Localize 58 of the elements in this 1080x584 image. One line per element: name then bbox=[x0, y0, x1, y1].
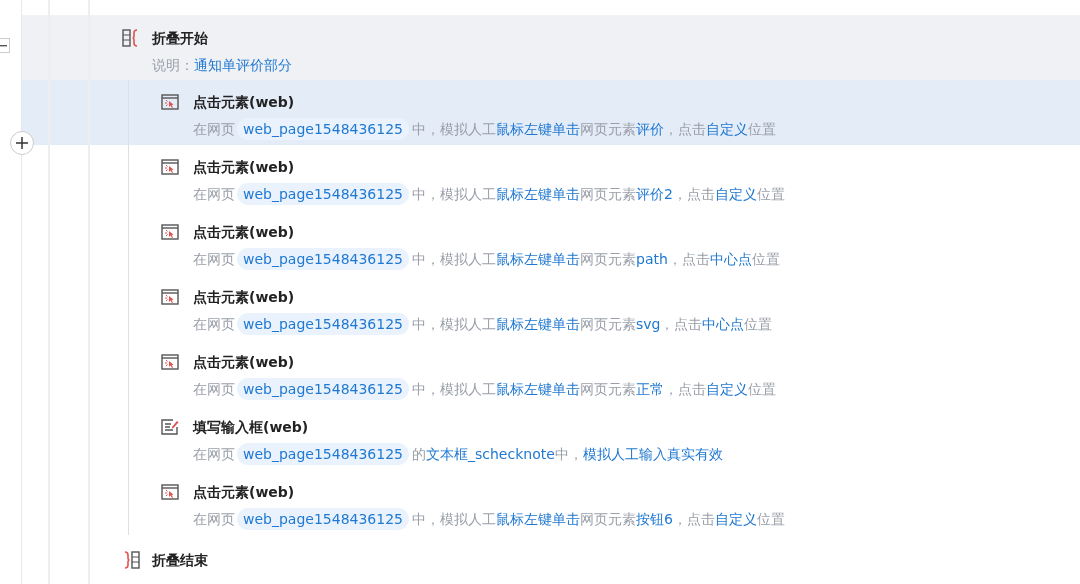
step-description: 在网页 web_page1548436125 中，模拟人工鼠标左键单击网页元素path，点击中心点位置 bbox=[193, 248, 780, 270]
browser-click-icon bbox=[161, 354, 179, 370]
step-title: 点击元素(web) bbox=[193, 288, 296, 307]
step-title: 点击元素(web) bbox=[193, 223, 296, 242]
param-link[interactable]: 鼠标左键单击 bbox=[496, 381, 580, 397]
param-link[interactable]: 自定义 bbox=[706, 121, 748, 137]
param-link[interactable]: 鼠标左键单击 bbox=[496, 251, 580, 267]
minus-icon bbox=[0, 44, 7, 47]
step-title: 点击元素(web) bbox=[193, 158, 296, 177]
param-link[interactable]: 鼠标左键单击 bbox=[496, 186, 580, 202]
param-link[interactable]: 鼠标左键单击 bbox=[496, 121, 580, 137]
step-title: 折叠开始 bbox=[152, 29, 209, 48]
browser-click-icon bbox=[161, 484, 179, 500]
param-link[interactable]: 评价 bbox=[636, 121, 664, 137]
step-title: 填写输入框(web) bbox=[193, 418, 310, 437]
param-link[interactable]: 自定义 bbox=[706, 381, 748, 397]
param-link[interactable]: 模拟人工输入真实有效 bbox=[582, 446, 723, 462]
fold-start-icon bbox=[122, 29, 140, 47]
fold-end-icon bbox=[122, 550, 140, 569]
step-description: 说明：通知单评价部分 bbox=[152, 56, 292, 75]
param-link[interactable]: 中心点 bbox=[702, 316, 745, 332]
page-tag[interactable]: web_page1548436125 bbox=[237, 118, 409, 140]
step-description: 在网页 web_page1548436125 中，模拟人工鼠标左键单击网页元素按钮6，点击自定义位置 bbox=[193, 508, 785, 530]
param-link[interactable]: 自定义 bbox=[714, 186, 757, 202]
step-title: 点击元素(web) bbox=[193, 483, 296, 502]
step-description: 在网页 web_page1548436125 中，模拟人工鼠标左键单击网页元素评价2，点击自定义位置 bbox=[193, 183, 785, 205]
browser-click-icon bbox=[161, 159, 179, 175]
note-link[interactable]: 通知单评价部分 bbox=[194, 57, 292, 73]
browser-click-icon bbox=[161, 289, 179, 305]
browser-click-icon bbox=[161, 224, 179, 240]
step-title: 点击元素(web) bbox=[193, 93, 296, 112]
param-link[interactable]: 评价2 bbox=[636, 186, 673, 202]
param-link[interactable]: path bbox=[636, 251, 668, 267]
param-link[interactable]: 正常 bbox=[636, 381, 664, 397]
page-tag[interactable]: web_page1548436125 bbox=[237, 313, 409, 335]
step-description: 在网页 web_page1548436125 的文本框_schecknote中，模拟人工输入真实有效 bbox=[193, 443, 723, 465]
page-tag[interactable]: web_page1548436125 bbox=[237, 183, 409, 205]
browser-click-icon bbox=[161, 94, 179, 110]
step-row[interactable]: 点击元素(web) 在网页 web_page1548436125 中，模拟人工鼠标左键单击网页元素评价，点击自定义位置 bbox=[22, 80, 1080, 145]
edit-form-icon bbox=[161, 419, 179, 435]
page-tag[interactable]: web_page1548436125 bbox=[237, 248, 409, 270]
param-link[interactable]: 按钮6 bbox=[636, 511, 673, 527]
page-tag[interactable]: web_page1548436125 bbox=[237, 443, 409, 465]
param-link[interactable]: svg bbox=[636, 316, 661, 332]
plus-icon bbox=[16, 137, 28, 149]
param-link[interactable]: 自定义 bbox=[714, 511, 757, 527]
param-link[interactable]: 中心点 bbox=[709, 251, 752, 267]
step-title: 折叠结束 bbox=[152, 550, 208, 570]
page-tag[interactable]: web_page1548436125 bbox=[237, 508, 409, 530]
page-tag[interactable]: web_page1548436125 bbox=[237, 378, 409, 400]
param-link[interactable]: 鼠标左键单击 bbox=[496, 316, 580, 332]
step-description: 在网页 web_page1548436125 中，模拟人工鼠标左键单击网页元素svg，点击中心点位置 bbox=[193, 313, 773, 335]
param-link[interactable]: 文本框_schecknote bbox=[426, 446, 555, 462]
step-description: 在网页 web_page1548436125 中，模拟人工鼠标左键单击网页元素正常，点击自定义位置 bbox=[193, 378, 776, 400]
step-title: 点击元素(web) bbox=[193, 353, 296, 372]
step-description: 在网页 web_page1548436125 中，模拟人工鼠标左键单击网页元素评价，点击自定义位置 bbox=[193, 118, 776, 140]
param-link[interactable]: 鼠标左键单击 bbox=[496, 511, 580, 527]
add-step-button[interactable] bbox=[10, 131, 34, 155]
